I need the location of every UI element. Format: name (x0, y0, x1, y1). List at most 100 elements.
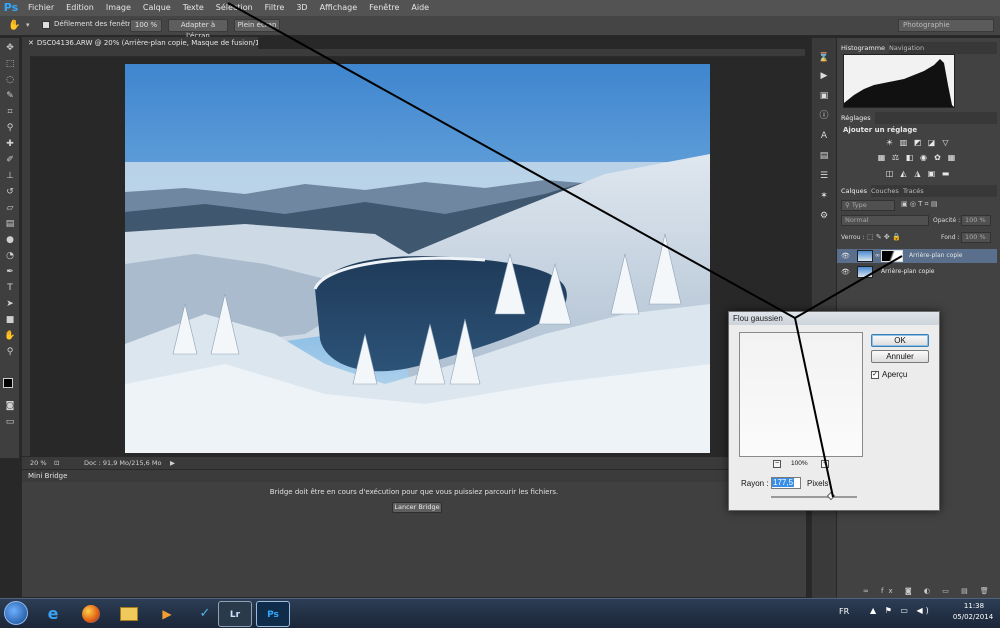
document-tab[interactable]: ✕ DSC04136.ARW @ 20% (Arrière-plan copie,… (22, 37, 258, 49)
scroll-all-checkbox[interactable] (42, 21, 50, 29)
layer-filter-select[interactable]: ⚲ Type (841, 200, 895, 211)
selective-color-icon[interactable]: ▣ (927, 169, 936, 178)
clock-date[interactable]: 05/02/2014 (948, 613, 998, 621)
healing-brush-tool-icon[interactable]: ✚ (4, 138, 16, 150)
fit-screen-button[interactable]: Adapter à l'écran (168, 19, 228, 40)
brush-panel-icon[interactable]: ▣ (818, 90, 830, 102)
move-tool-icon[interactable]: ✥ (4, 42, 16, 54)
radius-input[interactable]: 177,5 (771, 477, 801, 489)
lightroom-icon[interactable]: Lr (218, 601, 252, 627)
filter-preview[interactable] (739, 332, 863, 457)
vibrance-icon[interactable]: ▽ (941, 138, 950, 147)
channel-mixer-icon[interactable]: ✿ (933, 153, 942, 162)
shape-tool-icon[interactable]: ■ (4, 314, 16, 326)
document-image[interactable] (125, 64, 710, 453)
crop-tool-icon[interactable]: ⌗ (4, 106, 16, 118)
app-icon[interactable]: ✓ (188, 601, 222, 627)
pen-tool-icon[interactable]: ✒ (4, 266, 16, 278)
brightness-icon[interactable]: ☀ (885, 138, 894, 147)
history-panel-icon[interactable]: ⌛ (818, 52, 830, 64)
layer-mask-thumbnail[interactable] (881, 250, 903, 262)
tab-channels[interactable]: Couches (867, 185, 903, 197)
menu-texte[interactable]: Texte (177, 0, 210, 16)
internet-explorer-icon[interactable]: e (36, 601, 70, 627)
media-player-icon[interactable]: ▶ (150, 601, 184, 627)
brush-tool-icon[interactable]: ✐ (4, 154, 16, 166)
eraser-tool-icon[interactable]: ▱ (4, 202, 16, 214)
photo-filter-icon[interactable]: ◉ (919, 153, 928, 162)
foreground-color-swatch[interactable] (3, 378, 13, 388)
hue-saturation-icon[interactable]: ▦ (877, 153, 886, 162)
status-preview-icon[interactable]: ⊡ (54, 457, 59, 469)
quick-selection-tool-icon[interactable]: ✎ (4, 90, 16, 102)
posterize-icon[interactable]: ◭ (899, 169, 908, 178)
zoom-100-button[interactable]: 100 % (130, 19, 162, 32)
firefox-icon[interactable] (74, 601, 108, 627)
status-menu-arrow-icon[interactable]: ▶ (170, 457, 175, 469)
curves-icon[interactable]: ◩ (913, 138, 922, 147)
styles-panel-icon[interactable]: ✶ (818, 190, 830, 202)
zoom-level[interactable]: 20 % (30, 457, 47, 469)
visibility-eye-icon[interactable]: 👁 (841, 265, 850, 279)
properties-panel-icon[interactable]: ☰ (818, 170, 830, 182)
menu-fichier[interactable]: Fichier (22, 0, 60, 16)
layer-row[interactable]: 👁 Arrière-plan copie (837, 265, 997, 279)
zoom-in-icon[interactable]: + (821, 460, 829, 468)
levels-icon[interactable]: ▥ (899, 138, 908, 147)
blend-mode-select[interactable]: Normal (841, 215, 929, 226)
hand-tool-icon[interactable]: ✋ (4, 330, 16, 342)
language-indicator[interactable]: FR (839, 607, 849, 616)
invert-icon[interactable]: ◫ (885, 169, 894, 178)
menu-calque[interactable]: Calque (137, 0, 177, 16)
dodge-tool-icon[interactable]: ◔ (4, 250, 16, 262)
visibility-eye-icon[interactable]: 👁 (841, 249, 850, 263)
preview-checkbox[interactable]: ✓ (871, 371, 879, 379)
blur-tool-icon[interactable]: ● (4, 234, 16, 246)
marquee-tool-icon[interactable]: ⬚ (4, 58, 16, 70)
photoshop-icon[interactable]: Ps (256, 601, 290, 627)
opacity-input[interactable]: 100 % (961, 215, 991, 226)
fill-input[interactable]: 100 % (961, 232, 991, 243)
layer-row[interactable]: 👁 ∞ Arrière-plan copie (837, 249, 997, 263)
launch-bridge-button[interactable]: Lancer Bridge (392, 502, 442, 513)
horizontal-ruler[interactable] (30, 49, 805, 57)
dialog-title[interactable]: Flou gaussien (729, 312, 939, 325)
info-panel-icon[interactable]: ⓘ (818, 110, 830, 122)
quick-mask-icon[interactable]: ◙ (4, 400, 16, 412)
history-brush-tool-icon[interactable]: ↺ (4, 186, 16, 198)
tab-adjustments[interactable]: Réglages (837, 112, 875, 124)
menu-selection[interactable]: Sélection (210, 0, 259, 16)
workspace-select[interactable]: Photographie (898, 19, 994, 32)
tab-histogram[interactable]: Histogramme (837, 42, 890, 54)
layers-footer-icons[interactable]: ∞ fx ◙ ◐ ▭ ▤ 🗑 (863, 587, 994, 595)
screen-mode-icon[interactable]: ▭ (4, 416, 16, 428)
exposure-icon[interactable]: ◪ (927, 138, 936, 147)
menu-affichage[interactable]: Affichage (314, 0, 364, 16)
gradient-map-icon[interactable]: ▬ (941, 169, 950, 178)
tool-presets-panel-icon[interactable]: ⚙ (818, 210, 830, 222)
menu-fenetre[interactable]: Fenêtre (363, 0, 405, 16)
full-screen-button[interactable]: Plein écran (234, 19, 280, 32)
black-white-icon[interactable]: ◧ (905, 153, 914, 162)
actions-panel-icon[interactable]: ▶ (818, 70, 830, 82)
ok-button[interactable]: OK (871, 334, 929, 347)
clock-time[interactable]: 11:38 (954, 602, 994, 610)
swatches-panel-icon[interactable]: ▤ (818, 150, 830, 162)
gradient-tool-icon[interactable]: ▤ (4, 218, 16, 230)
close-tab-icon[interactable]: ✕ (28, 39, 34, 47)
menu-filtre[interactable]: Filtre (259, 0, 291, 16)
threshold-icon[interactable]: ◮ (913, 169, 922, 178)
file-explorer-icon[interactable] (112, 601, 146, 627)
tab-navigation[interactable]: Navigation (885, 42, 928, 54)
zoom-tool-icon[interactable]: ⚲ (4, 346, 16, 358)
lasso-tool-icon[interactable]: ◌ (4, 74, 16, 86)
color-lookup-icon[interactable]: ▦ (947, 153, 956, 162)
lock-icons[interactable]: ⬚ ✎ ✥ 🔒 (867, 233, 901, 241)
path-selection-tool-icon[interactable]: ➤ (4, 298, 16, 310)
tool-preset-dropdown-icon[interactable]: ▾ (26, 20, 34, 30)
color-balance-icon[interactable]: ⚖ (891, 153, 900, 162)
start-button[interactable] (4, 601, 28, 625)
radius-slider-thumb[interactable] (826, 491, 836, 501)
tab-layers[interactable]: Calques (837, 185, 871, 197)
eyedropper-tool-icon[interactable]: ⚲ (4, 122, 16, 134)
